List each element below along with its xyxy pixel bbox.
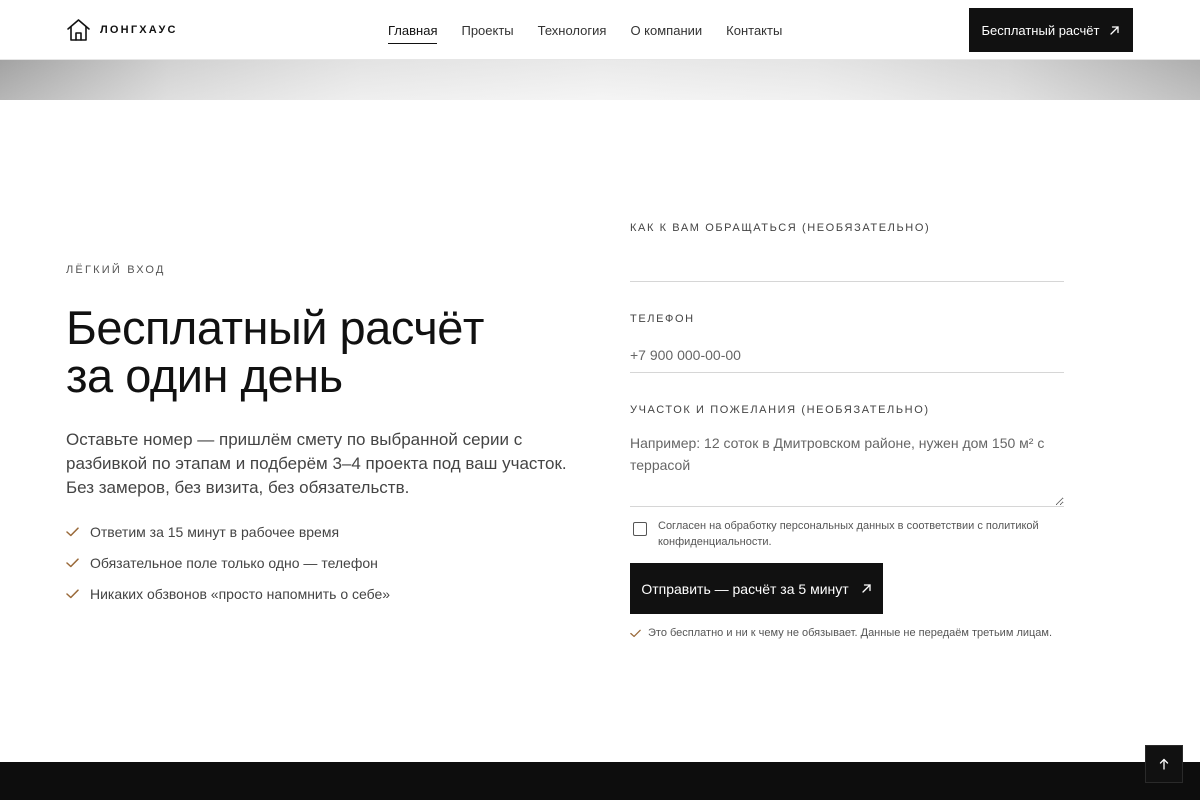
nav-item-projects[interactable]: Проекты	[461, 0, 513, 60]
nav-item-home[interactable]: Главная	[388, 0, 438, 60]
benefit-text: Обязательное поле только одно — телефон	[90, 554, 378, 571]
details-field-label: УЧАСТОК И ПОЖЕЛАНИЯ (НЕОБЯЗАТЕЛЬНО)	[630, 404, 930, 416]
free-estimate-button-label: Бесплатный расчёт	[981, 22, 1100, 38]
phone-field[interactable]	[630, 338, 1064, 373]
house-icon	[67, 19, 90, 41]
lead-paragraph: Оставьте номер — пришлём смету по выбран…	[66, 430, 567, 497]
check-icon	[630, 629, 641, 637]
list-item: Ответим за 15 минут в рабочее время	[66, 516, 390, 547]
list-item: Никаких обзвонов «просто напомнить о себ…	[66, 578, 390, 609]
page-title: Бесплатный расчёт за один день	[66, 304, 586, 400]
site-header: ЛОНГХАУС Главная Проекты Технология О ко…	[0, 0, 1200, 60]
privacy-note: Это бесплатно и ни к чему не обязывает. …	[630, 627, 1052, 639]
main-nav: Главная Проекты Технология О компании Ко…	[388, 0, 806, 60]
name-field[interactable]	[630, 242, 1064, 282]
nav-item-about[interactable]: О компании	[630, 0, 702, 60]
consent-row: Согласен на обработку персональных данны…	[630, 518, 1064, 550]
submit-button-label: Отправить — расчёт за 5 минут	[641, 580, 849, 597]
arrow-up-right-icon	[1110, 25, 1120, 35]
benefits-list: Ответим за 15 минут в рабочее время Обяз…	[66, 516, 390, 609]
benefit-text: Никаких обзвонов «просто напомнить о себ…	[90, 585, 391, 602]
section-eyebrow: ЛЁГКИЙ ВХОД	[66, 264, 166, 276]
logo[interactable]: ЛОНГХАУС	[66, 18, 178, 42]
submit-button[interactable]: Отправить — расчёт за 5 минут	[630, 563, 883, 614]
check-icon	[66, 588, 79, 598]
footer	[0, 762, 1200, 800]
scroll-to-top-button[interactable]	[1145, 745, 1183, 783]
details-textarea[interactable]	[630, 432, 1064, 507]
page-title-line-2: за один день	[66, 349, 343, 402]
name-field-label: КАК К ВАМ ОБРАЩАТЬСЯ (НЕОБЯЗАТЕЛЬНО)	[630, 222, 931, 234]
consent-text: Согласен на обработку персональных данны…	[658, 520, 1039, 548]
phone-field-label: ТЕЛЕФОН	[630, 313, 695, 325]
page-title-line-1: Бесплатный расчёт	[66, 301, 484, 354]
consent-checkbox[interactable]	[633, 522, 647, 536]
arrow-up-icon	[1159, 758, 1169, 770]
nav-item-technology[interactable]: Технология	[538, 0, 607, 60]
free-estimate-button[interactable]: Бесплатный расчёт	[969, 8, 1133, 52]
benefit-text: Ответим за 15 минут в рабочее время	[90, 523, 340, 540]
hero-image-strip	[0, 60, 1200, 100]
arrow-up-right-icon	[862, 584, 871, 593]
privacy-note-text: Это бесплатно и ни к чему не обязывает. …	[648, 627, 1053, 639]
check-icon	[66, 526, 79, 536]
check-icon	[66, 557, 79, 567]
nav-item-contacts[interactable]: Контакты	[726, 0, 782, 60]
logo-text: ЛОНГХАУС	[100, 24, 178, 36]
list-item: Обязательное поле только одно — телефон	[66, 547, 390, 578]
